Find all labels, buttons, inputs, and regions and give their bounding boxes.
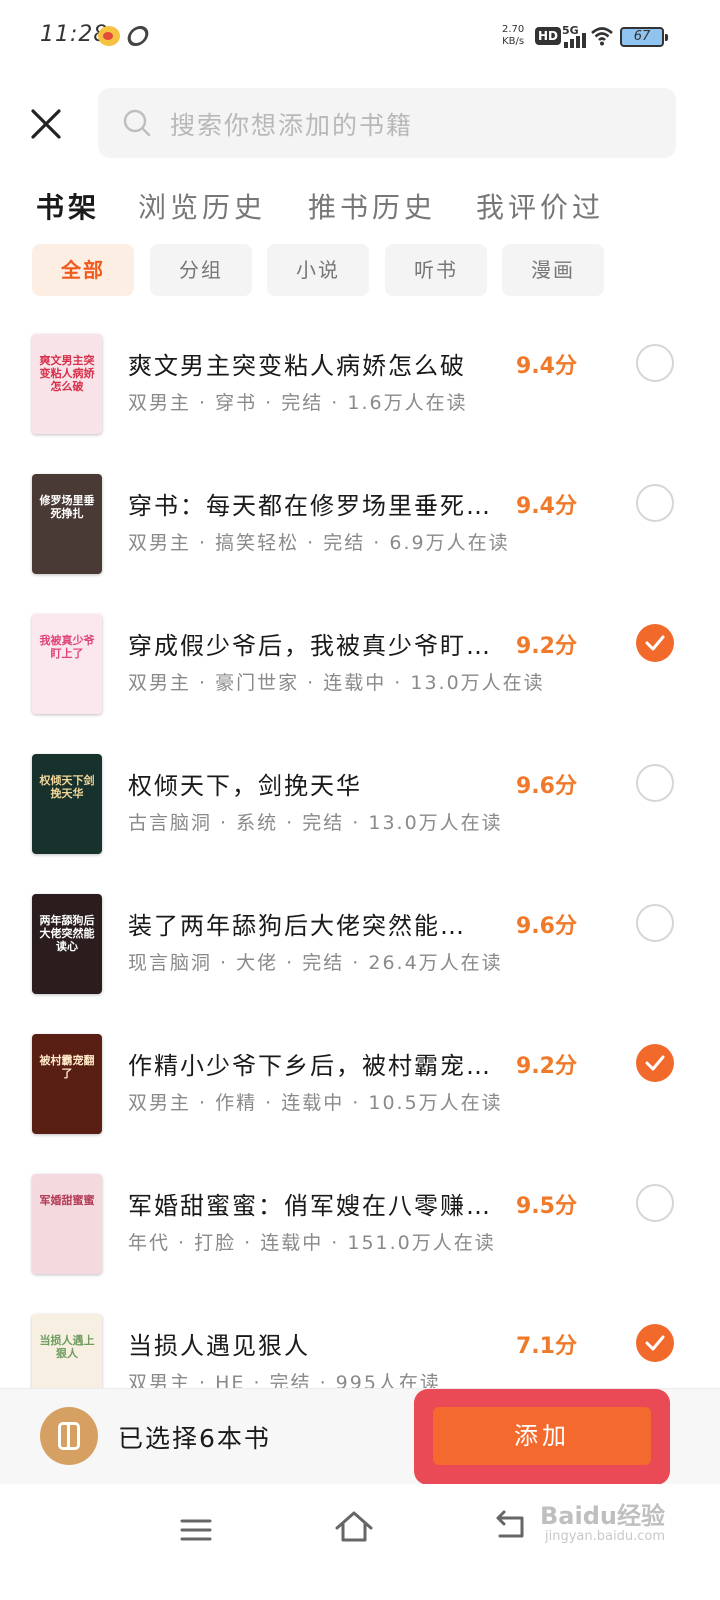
weibo-icon (98, 26, 120, 46)
filter-audiobook[interactable]: 听书 (385, 244, 487, 296)
book-score: 9.5分 (516, 1194, 577, 1219)
book-cover-text: 被村霸宠翻了 (39, 1054, 95, 1080)
search-input[interactable]: 搜索你想添加的书籍 (98, 88, 676, 158)
search-icon (123, 109, 151, 137)
checkbox-checked[interactable] (636, 1324, 674, 1362)
book-cover-image: 爽文男主突变粘人病娇怎么破 (32, 334, 102, 434)
book-meta: 现言脑洞 · 大佬 · 完结 · 26.4万人在读 (128, 952, 503, 974)
book-meta: 双男主 · 搞笑轻松 · 完结 · 6.9万人在读 (128, 532, 510, 554)
book-cover-image: 权倾天下剑挽天华 (32, 754, 102, 854)
back-icon[interactable] (494, 1510, 528, 1542)
book-score: 9.6分 (516, 914, 577, 939)
check-icon (645, 1055, 665, 1071)
app-notification-icon (125, 26, 151, 46)
book-title: 穿成假少爷后，我被真少爷盯… (128, 632, 492, 660)
book-row[interactable]: 军婚甜蜜蜜 军婚甜蜜蜜：俏军嫂在八零赚… 年代 · 打脸 · 连载中 · 151.0… (0, 1154, 720, 1294)
book-cover-image: 我被真少爷盯上了 (32, 614, 102, 714)
book-cover-image: 修罗场里垂死挣扎 (32, 474, 102, 574)
tab-browse-history[interactable]: 浏览历史 (138, 186, 266, 226)
battery-level: 67 (633, 29, 651, 44)
watermark-url: jingyan.baidu.com (545, 1529, 665, 1544)
checkbox-unchecked[interactable] (636, 904, 674, 942)
book-cover-text: 军婚甜蜜蜜 (39, 1194, 95, 1207)
book-title: 装了两年舔狗后大佬突然能… (128, 912, 466, 940)
battery-icon: 67 (620, 27, 668, 47)
check-icon (645, 1335, 665, 1351)
book-meta: 年代 · 打脸 · 连载中 · 151.0万人在读 (128, 1232, 496, 1254)
hd-badge: HD (535, 27, 562, 45)
book-cover-text: 爽文男主突变粘人病娇怎么破 (39, 354, 95, 393)
book-title: 穿书：每天都在修罗场里垂死… (128, 492, 492, 520)
watermark: Baidu经验 jingyan.baidu.com (540, 1496, 665, 1544)
selection-bar: 已选择6本书 添加 (0, 1388, 720, 1485)
book-cover-image: 被村霸宠翻了 (32, 1034, 102, 1134)
book-cover-text: 我被真少爷盯上了 (39, 634, 95, 660)
book-score: 9.4分 (516, 494, 577, 519)
filter-novel[interactable]: 小说 (267, 244, 369, 296)
tab-bookshelf[interactable]: 书架 (36, 186, 100, 226)
book-row[interactable]: 两年舔狗后大佬突然能读心 装了两年舔狗后大佬突然能… 现言脑洞 · 大佬 · 完结 … (0, 874, 720, 1014)
book-cover-text: 当损人遇上狠人 (39, 1334, 95, 1360)
book-meta: 双男主 · 豪门世家 · 连载中 · 13.0万人在读 (128, 672, 545, 694)
book-title: 当损人遇见狠人 (128, 1332, 310, 1360)
add-button[interactable]: 添加 (433, 1407, 651, 1465)
search-placeholder: 搜索你想添加的书籍 (170, 111, 414, 140)
book-cover-text: 修罗场里垂死挣扎 (39, 494, 95, 520)
book-score: 9.6分 (516, 774, 577, 799)
watermark-text: Baidu经验 (540, 1502, 665, 1530)
checkbox-checked[interactable] (636, 1044, 674, 1082)
filter-all[interactable]: 全部 (32, 244, 134, 296)
book-title: 作精小少爷下乡后，被村霸宠… (128, 1052, 492, 1080)
book-row[interactable]: 修罗场里垂死挣扎 穿书：每天都在修罗场里垂死… 双男主 · 搞笑轻松 · 完结 · … (0, 454, 720, 594)
check-icon (645, 635, 665, 651)
book-row[interactable]: 被村霸宠翻了 作精小少爷下乡后，被村霸宠… 双男主 · 作精 · 连载中 · 10.… (0, 1014, 720, 1154)
tab-bar: 书架 浏览历史 推书历史 我评价过 (36, 186, 696, 236)
book-cover-image: 两年舔狗后大佬突然能读心 (32, 894, 102, 994)
book-score: 9.2分 (516, 634, 577, 659)
book-title: 权倾天下，剑挽天华 (128, 772, 362, 800)
wifi-icon (591, 27, 613, 46)
book-row[interactable]: 爽文男主突变粘人病娇怎么破 爽文男主突变粘人病娇怎么破双男主 · 穿书 · 完结 … (0, 314, 720, 454)
checkbox-unchecked[interactable] (636, 344, 674, 382)
network-speed-unit: KB/s (502, 36, 525, 47)
network-speed-value: 2.70 (502, 24, 525, 35)
menu-icon[interactable] (180, 1518, 212, 1542)
network-speed: 2.70 KB/s (502, 24, 524, 48)
bookshelf-icon (40, 1407, 98, 1465)
system-nav-bar: Baidu经验 jingyan.baidu.com (0, 1484, 720, 1600)
book-cover-text: 两年舔狗后大佬突然能读心 (39, 914, 95, 953)
checkbox-unchecked[interactable] (636, 764, 674, 802)
tab-rated[interactable]: 我评价过 (476, 186, 604, 226)
status-bar: 11:28 2.70 KB/s HD 5G 67 (0, 0, 720, 76)
tab-recommend-history[interactable]: 推书历史 (308, 186, 436, 226)
book-row[interactable]: 权倾天下剑挽天华 权倾天下，剑挽天华古言脑洞 · 系统 · 完结 · 13.0万人… (0, 734, 720, 874)
checkbox-unchecked[interactable] (636, 1184, 674, 1222)
book-meta: 双男主 · 穿书 · 完结 · 1.6万人在读 (128, 392, 468, 414)
book-score: 9.4分 (516, 354, 577, 379)
filter-group[interactable]: 分组 (150, 244, 252, 296)
book-meta: 古言脑洞 · 系统 · 完结 · 13.0万人在读 (128, 812, 503, 834)
signal-icon: 5G (562, 24, 588, 48)
book-cover-text: 权倾天下剑挽天华 (39, 774, 95, 800)
book-row[interactable]: 我被真少爷盯上了 穿成假少爷后，我被真少爷盯… 双男主 · 豪门世家 · 连载中 ·… (0, 594, 720, 734)
checkbox-checked[interactable] (636, 624, 674, 662)
book-title: 爽文男主突变粘人病娇怎么破 (128, 352, 466, 380)
book-cover-image: 军婚甜蜜蜜 (32, 1174, 102, 1274)
book-title: 军婚甜蜜蜜：俏军嫂在八零赚… (128, 1192, 492, 1220)
selected-count: 已选择6本书 (118, 1424, 271, 1453)
home-icon[interactable] (334, 1508, 374, 1544)
book-meta: 双男主 · 作精 · 连载中 · 10.5万人在读 (128, 1092, 503, 1114)
checkbox-unchecked[interactable] (636, 484, 674, 522)
filter-comic[interactable]: 漫画 (502, 244, 604, 296)
book-score: 7.1分 (516, 1334, 577, 1359)
close-icon[interactable] (28, 106, 64, 142)
book-score: 9.2分 (516, 1054, 577, 1079)
